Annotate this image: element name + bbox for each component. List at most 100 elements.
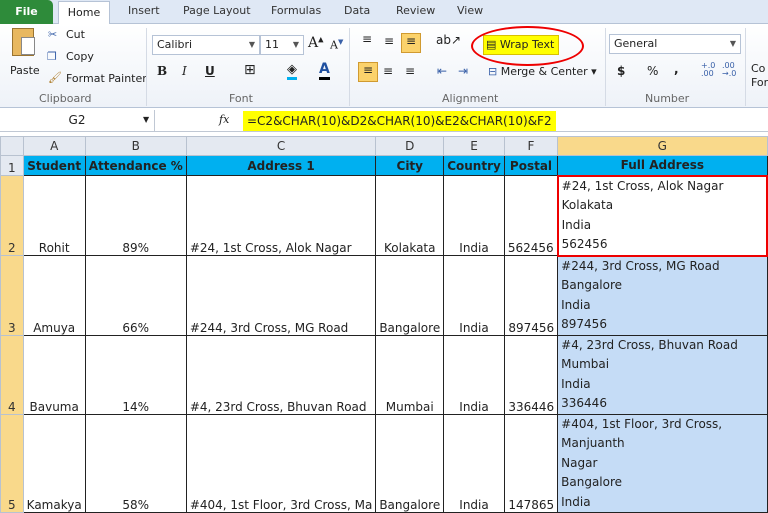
tab-data[interactable]: Data [344,4,370,17]
decrease-indent-icon[interactable]: ⇤ [437,64,447,78]
font-size-value: 11 [265,38,279,51]
header-cell[interactable]: Address 1 [185,155,377,176]
alignment-group-label: Alignment [442,92,499,105]
cell-F2[interactable]: 562456 [503,175,559,256]
cell-F3[interactable]: 897456 [503,255,559,336]
column-header[interactable]: A [22,136,86,156]
cell-E5[interactable]: India [443,413,505,513]
tab-review[interactable]: Review [396,4,435,17]
cell-E4[interactable]: India [443,334,505,415]
clipboard-icon [12,28,35,56]
header-cell[interactable]: Attendance % [84,155,187,176]
column-header[interactable]: E [443,136,505,156]
header-cell[interactable]: Postal [503,155,559,176]
cell-C5[interactable]: #404, 1st Floor, 3rd Cross, Ma [185,413,377,513]
cell-B2[interactable]: 89% [84,175,187,256]
select-all-corner[interactable] [0,136,24,156]
font-size-select[interactable]: 11 ▼ [260,35,304,55]
spreadsheet-grid: A B C D E F G 1 Student Attendance % Add… [0,136,768,513]
cell-A4[interactable]: Bavuma [22,334,86,415]
underline-button[interactable]: U [205,64,215,78]
column-header[interactable]: C [185,136,377,156]
header-cell[interactable]: Country [443,155,505,176]
chevron-down-icon[interactable]: ▼ [143,115,149,124]
name-box[interactable]: G2 [0,110,155,131]
paste-label[interactable]: Paste [10,64,40,77]
tab-home[interactable]: Home [58,1,110,25]
scissors-icon: ✂ [48,28,58,41]
cell-B5[interactable]: 58% [84,413,187,513]
italic-button[interactable]: I [182,64,187,78]
header-cell[interactable]: Full Address [557,155,768,176]
font-color-icon[interactable]: A [319,61,330,80]
decrease-decimal-icon[interactable]: .00 →.0 [722,62,736,78]
percent-button[interactable]: % [647,64,658,78]
orientation-icon[interactable]: ab↗ [436,33,461,47]
tab-page-layout[interactable]: Page Layout [183,4,251,17]
row-header[interactable]: 4 [0,334,24,415]
row-header[interactable]: 1 [0,155,24,176]
merge-icon: ⊟ [488,65,498,78]
fill-color-icon[interactable]: ◈ [287,62,297,80]
cell-A3[interactable]: Amuya [22,255,86,336]
cell-F4[interactable]: 336446 [503,334,559,415]
tab-insert[interactable]: Insert [128,4,160,17]
cell-D2[interactable]: Kolakata [375,175,445,256]
borders-icon[interactable]: ⊞ [244,62,256,78]
cell-C3[interactable]: #244, 3rd Cross, MG Road [185,255,377,336]
align-right-icon[interactable]: ≡ [405,64,415,78]
formula-input[interactable]: =C2&CHAR(10)&D2&CHAR(10)&E2&CHAR(10)&F2 [243,111,556,131]
header-cell[interactable]: City [375,155,445,176]
annotation-oval [471,26,584,66]
cell-F5[interactable]: 147865 [503,413,559,513]
merge-center-button[interactable]: ⊟ Merge & Center ▾ [488,65,597,78]
row-header[interactable]: 2 [0,175,24,256]
increase-decimal-icon[interactable]: +.0.00 [701,62,715,78]
grow-font-icon[interactable]: A▲ [308,35,324,51]
table-row: 4 Bavuma 14% #4, 23rd Cross, Bhuvan Road Mum… [0,334,768,415]
cell-B3[interactable]: 66% [84,255,187,336]
cell-C4[interactable]: #4, 23rd Cross, Bhuvan Road [185,334,377,415]
align-bottom-icon[interactable]: ≡ [401,33,421,53]
cell-E3[interactable]: India [443,255,505,336]
cell-E2[interactable]: India [443,175,505,256]
cell-B4[interactable]: 14% [84,334,187,415]
copy-button[interactable]: Copy [66,50,94,63]
format-painter-button[interactable]: Format Painter [66,72,147,85]
align-left-icon[interactable]: ≡ [358,62,378,82]
comma-button[interactable]: , [674,62,679,76]
cell-A2[interactable]: Rohit [22,175,86,256]
paste-button[interactable] [8,28,38,66]
font-name-select[interactable]: Calibri ▼ [152,35,260,55]
cut-button[interactable]: Cut [66,28,85,41]
row-header[interactable]: 5 [0,413,24,513]
cell-G4[interactable]: #4, 23rd Cross, Bhuvan Road Mumbai India… [557,334,768,415]
align-center-icon[interactable]: ≡ [383,64,393,78]
cell-G5[interactable]: #404, 1st Floor, 3rd Cross, Manjuanth Na… [557,413,768,513]
cell-A5[interactable]: Kamakya [22,413,86,513]
cell-G3[interactable]: #244, 3rd Cross, MG Road Bangalore India… [557,255,768,336]
fx-icon[interactable]: fx [219,113,229,126]
cell-D4[interactable]: Mumbai [375,334,445,415]
tab-formulas[interactable]: Formulas [271,4,321,17]
shrink-font-icon[interactable]: A▼ [330,38,343,52]
header-cell[interactable]: Student [22,155,86,176]
column-header[interactable]: G [557,136,768,156]
column-header[interactable]: B [84,136,187,156]
column-header[interactable]: F [503,136,559,156]
number-format-select[interactable]: General ▼ [609,34,741,54]
conditional-formatting-button[interactable]: Co For [751,62,768,90]
tab-file[interactable]: File [0,0,53,24]
align-middle-icon[interactable]: ≡ [384,34,394,48]
cell-D3[interactable]: Bangalore [375,255,445,336]
row-header[interactable]: 3 [0,255,24,336]
column-header[interactable]: D [375,136,445,156]
cell-D5[interactable]: Bangalore [375,413,445,513]
align-top-icon[interactable]: ≡ [362,32,372,46]
currency-button[interactable]: $ [617,64,625,78]
increase-indent-icon[interactable]: ⇥ [458,64,468,78]
tab-view[interactable]: View [457,4,483,17]
cell-C2[interactable]: #24, 1st Cross, Alok Nagar [185,175,377,256]
cell-G2[interactable]: #24, 1st Cross, Alok Nagar Kolakata Indi… [556,174,768,257]
bold-button[interactable]: B [157,64,167,78]
